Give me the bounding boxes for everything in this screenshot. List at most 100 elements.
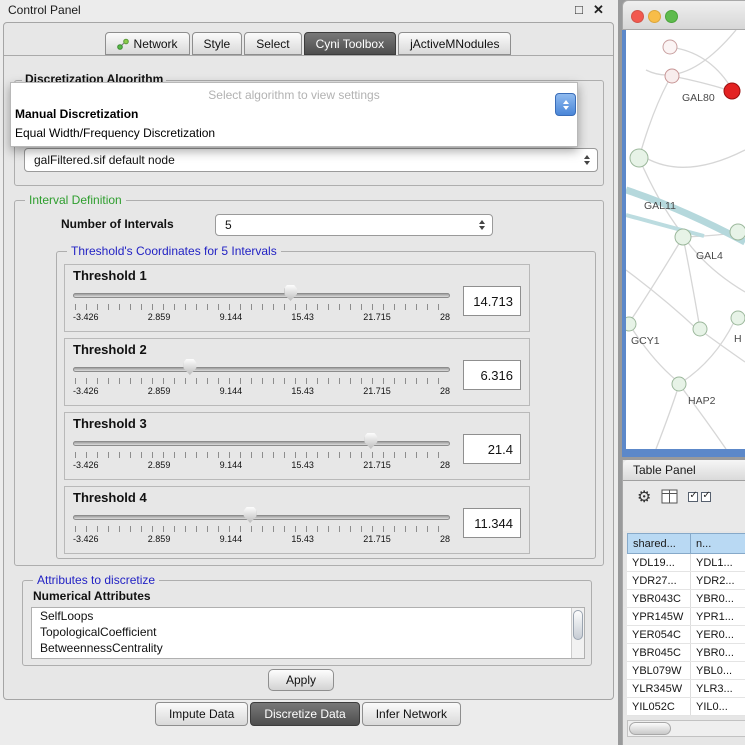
horizontal-scrollbar[interactable]	[627, 720, 745, 737]
threshold-2-slider[interactable]: -3.4262.8599.14415.4321.71528	[73, 358, 450, 400]
combo-arrows-icon	[479, 220, 485, 230]
network-focus-border: GAL80 GAL11 GAL4 GCY1 HAP2 H	[622, 30, 745, 457]
gear-icon[interactable]: ⚙	[637, 489, 651, 507]
control-panel-window: Control Panel □ ✕ Network Style Select C…	[0, 0, 618, 745]
checkbox-icon[interactable]	[701, 492, 711, 502]
network-window-titlebar[interactable]	[622, 0, 745, 30]
list-item[interactable]: SelfLoops	[32, 608, 584, 624]
slider-thumb[interactable]	[183, 359, 196, 375]
table-columns-icon[interactable]	[661, 489, 678, 504]
table-row[interactable]: YBR045C YBR0...	[627, 644, 745, 662]
list-scrollbar[interactable]	[571, 608, 584, 658]
table-row[interactable]: YBR043C YBR0...	[627, 590, 745, 608]
tab-network[interactable]: Network	[105, 32, 190, 55]
slider-scale: -3.4262.8599.14415.4321.71528	[73, 534, 450, 544]
network-node[interactable]	[630, 149, 648, 167]
tab-jactivemodules[interactable]: jActiveMNodules	[398, 32, 511, 55]
scale-label: 21.715	[363, 460, 391, 470]
table-header-row: shared... n...	[627, 533, 745, 554]
float-window-icon[interactable]: □	[575, 2, 583, 17]
threshold-label: Threshold 2	[73, 342, 521, 357]
threshold-3-value[interactable]: 21.4	[463, 434, 521, 464]
node-label: GCY1	[631, 335, 660, 347]
tab-label: Network	[134, 37, 178, 51]
cell-name: YBR0...	[691, 590, 745, 607]
algorithm-option-equal-width[interactable]: Equal Width/Frequency Discretization	[11, 124, 577, 143]
slider-thumb[interactable]	[244, 507, 257, 523]
tab-label: Cyni Toolbox	[316, 37, 384, 51]
numerical-attributes-list[interactable]: SelfLoops TopologicalCoefficient Between…	[31, 607, 585, 659]
slider-ticks	[75, 378, 448, 384]
cell-shared-name: YLR345W	[627, 680, 691, 697]
scale-label: 9.144	[220, 386, 243, 396]
cell-shared-name: YIL052C	[627, 698, 691, 715]
tab-discretize-data[interactable]: Discretize Data	[250, 702, 359, 726]
tab-select[interactable]: Select	[244, 32, 301, 55]
slider-ticks	[75, 452, 448, 458]
list-item[interactable]: TopologicalCoefficient	[32, 624, 584, 640]
minimize-traffic-light-icon[interactable]	[648, 10, 661, 23]
network-node-selected-red[interactable]	[724, 83, 740, 99]
list-item[interactable]: BetweennessCentrality	[32, 640, 584, 656]
combo-arrows-icon	[584, 155, 590, 165]
interval-definition-title: Interval Definition	[25, 193, 126, 207]
thresholds-group-title: Threshold's Coordinates for 5 Intervals	[67, 244, 281, 258]
tab-infer-network[interactable]: Infer Network	[362, 702, 461, 726]
node-label: GAL11	[644, 200, 676, 212]
tab-label: Select	[256, 37, 289, 51]
threshold-1-slider[interactable]: -3.4262.8599.14415.4321.71528	[73, 284, 450, 326]
cell-shared-name: YBL079W	[627, 662, 691, 679]
scale-label: 28	[440, 460, 450, 470]
table-data-combobox[interactable]: galFiltered.sif default node	[24, 148, 598, 172]
algorithm-placeholder-option[interactable]: Select algorithm to view settings	[11, 83, 577, 105]
zoom-traffic-light-icon[interactable]	[665, 10, 678, 23]
threshold-3-slider[interactable]: -3.4262.8599.14415.4321.71528	[73, 432, 450, 474]
network-node[interactable]	[693, 322, 707, 336]
slider-track	[73, 367, 450, 372]
column-header-name[interactable]: n...	[691, 533, 745, 554]
algorithm-option-manual[interactable]: Manual Discretization	[11, 105, 577, 124]
table-row[interactable]: YLR345W YLR3...	[627, 680, 745, 698]
table-panel-titlebar: Table Panel	[623, 460, 745, 481]
network-node[interactable]	[626, 317, 636, 331]
bottom-tab-bar: Impute Data Discretize Data Infer Networ…	[0, 702, 618, 726]
tab-impute-data[interactable]: Impute Data	[155, 702, 248, 726]
number-of-intervals-combobox[interactable]: 5	[215, 214, 493, 236]
column-header-shared-name[interactable]: shared...	[627, 533, 691, 554]
threshold-4-slider[interactable]: -3.4262.8599.14415.4321.71528	[73, 506, 450, 548]
numerical-attributes-label: Numerical Attributes	[33, 589, 151, 603]
tab-style[interactable]: Style	[192, 32, 243, 55]
table-row[interactable]: YBL079W YBL0...	[627, 662, 745, 680]
scrollbar-thumb[interactable]	[573, 610, 583, 640]
node-label: GAL80	[682, 92, 715, 104]
close-window-icon[interactable]: ✕	[593, 2, 604, 18]
table-row[interactable]: YER054C YER0...	[627, 626, 745, 644]
select-columns-icons[interactable]	[688, 492, 711, 502]
tab-cyni-toolbox[interactable]: Cyni Toolbox	[304, 32, 396, 55]
scrollbar-thumb[interactable]	[629, 722, 671, 735]
slider-thumb[interactable]	[284, 285, 297, 301]
table-row[interactable]: YIL052C YIL0...	[627, 698, 745, 716]
table-row[interactable]: YDL19... YDL1...	[627, 554, 745, 572]
network-node[interactable]	[663, 40, 677, 54]
cell-shared-name: YDR27...	[627, 572, 691, 589]
scale-label: 9.144	[220, 312, 243, 322]
slider-thumb[interactable]	[364, 433, 377, 449]
network-node[interactable]	[731, 311, 745, 325]
network-node[interactable]	[675, 229, 691, 245]
network-canvas[interactable]: GAL80 GAL11 GAL4 GCY1 HAP2 H	[626, 30, 745, 449]
network-node[interactable]	[665, 69, 679, 83]
threshold-1-value[interactable]: 14.713	[463, 286, 521, 316]
network-node[interactable]	[672, 377, 686, 391]
apply-button[interactable]: Apply	[268, 669, 334, 691]
checkbox-icon[interactable]	[688, 492, 698, 502]
table-row[interactable]: YDR27... YDR2...	[627, 572, 745, 590]
table-row[interactable]: YPR145W YPR1...	[627, 608, 745, 626]
algorithm-combo-arrow-button[interactable]	[555, 93, 576, 116]
attributes-group: Attributes to discretize Numerical Attri…	[22, 580, 592, 666]
threshold-2-value[interactable]: 6.316	[463, 360, 521, 390]
threshold-4-value[interactable]: 11.344	[463, 508, 521, 538]
threshold-1-panel: Threshold 1 -3.4262.8599.14415.4321.7152…	[64, 264, 530, 332]
close-traffic-light-icon[interactable]	[631, 10, 644, 23]
network-node[interactable]	[730, 224, 745, 240]
